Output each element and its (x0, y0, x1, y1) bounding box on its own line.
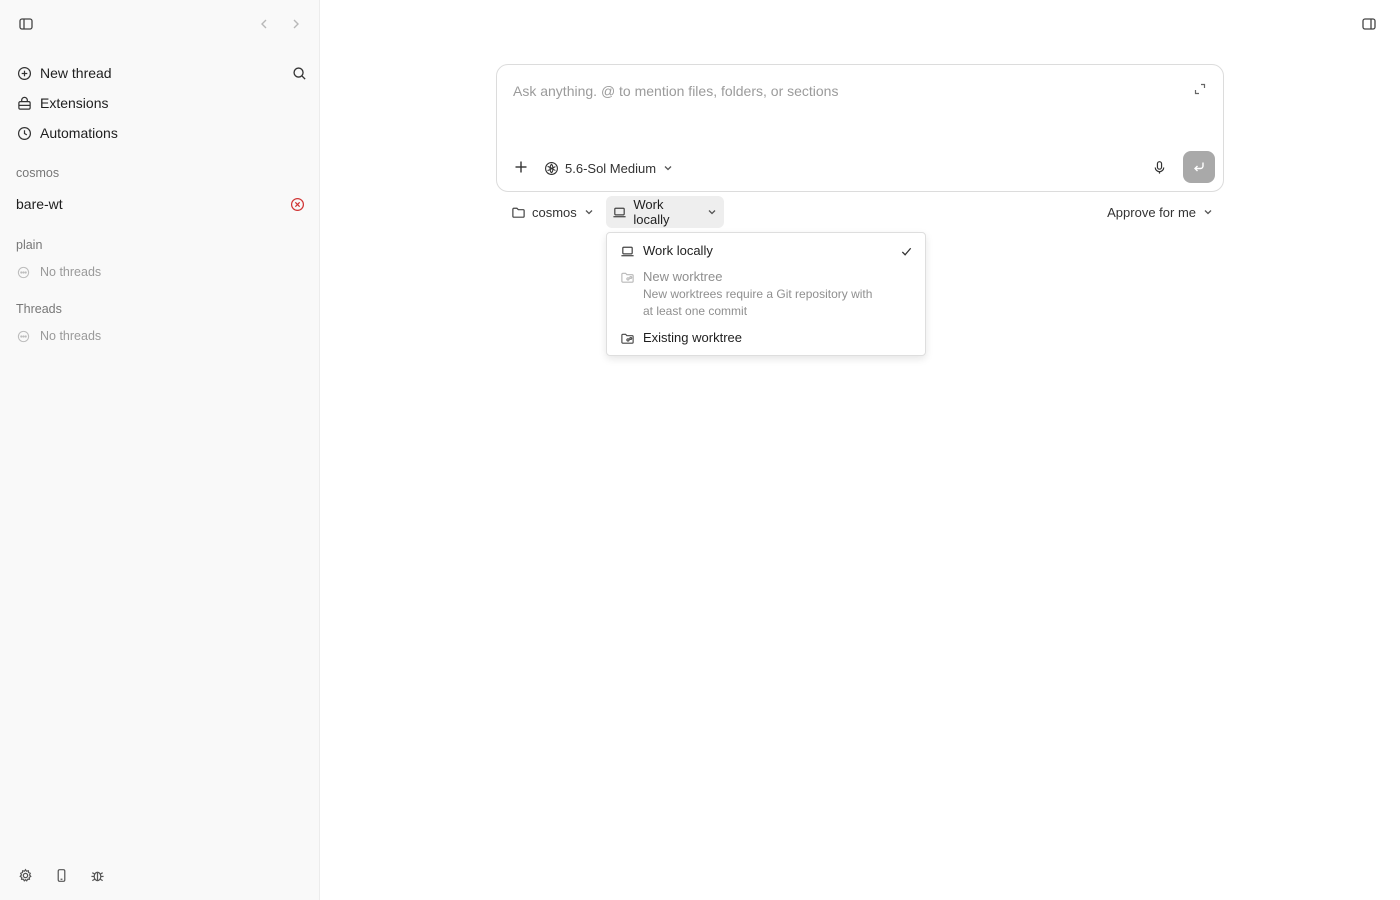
model-logo-icon (543, 160, 559, 176)
environment-selector-button[interactable]: Work locally (606, 196, 724, 228)
expand-icon[interactable] (1193, 82, 1207, 96)
project-name: bare-wt (16, 196, 63, 212)
add-attachment-button[interactable] (511, 157, 531, 177)
folder-branch-icon (619, 330, 635, 346)
main-panel: 5.6-Sol Medium cosmos (320, 0, 1400, 900)
app-window: New thread Extensions Automations cosmos (0, 0, 1400, 900)
dropdown-item-label: Work locally (643, 243, 713, 258)
sidebar-item-extensions[interactable]: Extensions (8, 88, 311, 118)
chevron-down-icon (706, 206, 718, 218)
chevron-right-icon[interactable] (286, 14, 306, 34)
chevron-down-icon (583, 206, 595, 218)
empty-label: No threads (40, 265, 102, 279)
sidebar-item-label: Automations (40, 125, 118, 141)
clock-icon (16, 125, 32, 141)
chevron-left-icon[interactable] (254, 14, 274, 34)
sidebar: New thread Extensions Automations cosmos (0, 0, 320, 900)
prompt-input[interactable] (513, 79, 1173, 103)
section-label-plain: plain (16, 238, 43, 252)
plus-icon (515, 161, 527, 173)
model-selector-button[interactable]: 5.6-Sol Medium (543, 157, 674, 179)
project-label: cosmos (532, 204, 577, 220)
chevron-down-icon (662, 162, 674, 174)
chevron-down-icon (1202, 206, 1214, 218)
sidebar-toggle-icon[interactable] (16, 14, 36, 34)
composer-options-row: cosmos Work locally Approve for me (506, 196, 1214, 228)
section-label-threads: Threads (16, 302, 62, 316)
phone-icon[interactable] (52, 866, 70, 884)
model-label: 5.6-Sol Medium (565, 160, 657, 176)
empty-threads-plain: No threads (16, 263, 101, 281)
error-circle-icon[interactable] (289, 196, 305, 212)
more-circle-icon (16, 329, 30, 343)
empty-label: No threads (40, 329, 102, 343)
laptop-icon (612, 204, 627, 220)
dropdown-item-work-locally[interactable]: Work locally (607, 242, 925, 260)
environment-dropdown: Work locally New worktree New worktrees … (606, 232, 926, 356)
sidebar-menu: New thread Extensions Automations (8, 58, 311, 148)
dropdown-item-existing-worktree[interactable]: Existing worktree (607, 329, 925, 347)
sidebar-item-label: Extensions (40, 95, 109, 111)
dropdown-item-label: New worktree (643, 269, 723, 284)
sidebar-item-automations[interactable]: Automations (8, 118, 311, 148)
check-icon (899, 244, 913, 258)
sidebar-item-label: New thread (40, 65, 112, 81)
plus-circle-icon (16, 65, 32, 81)
more-circle-icon (16, 265, 30, 279)
empty-threads-list: No threads (16, 327, 101, 345)
approval-label: Approve for me (1107, 204, 1196, 220)
section-label-cosmos: cosmos (16, 166, 60, 180)
send-button[interactable] (1183, 151, 1215, 183)
approval-mode-button[interactable]: Approve for me (1107, 200, 1214, 224)
folder-icon (510, 204, 526, 220)
folder-branch-icon (619, 269, 635, 285)
dropdown-item-new-worktree: New worktree New worktrees require a Git… (607, 268, 925, 320)
gear-icon[interactable] (16, 866, 34, 884)
composer: 5.6-Sol Medium (496, 64, 1224, 192)
send-icon (1194, 162, 1204, 172)
dropdown-item-description: New worktrees require a Git repository w… (643, 287, 873, 318)
laptop-icon (619, 243, 635, 259)
bug-icon[interactable] (88, 866, 106, 884)
extensions-icon (16, 95, 32, 111)
sidebar-project-bare-wt[interactable]: bare-wt (16, 193, 305, 215)
sidebar-top-bar (16, 14, 303, 34)
environment-label: Work locally (633, 197, 670, 227)
microphone-icon[interactable] (1151, 159, 1167, 175)
dropdown-item-label: Existing worktree (643, 330, 742, 345)
search-icon[interactable] (291, 65, 307, 81)
sidebar-footer (16, 866, 106, 884)
project-selector-button[interactable]: cosmos (506, 200, 599, 224)
panel-toggle-icon[interactable] (1360, 15, 1378, 33)
sidebar-item-new-thread[interactable]: New thread (8, 58, 311, 88)
